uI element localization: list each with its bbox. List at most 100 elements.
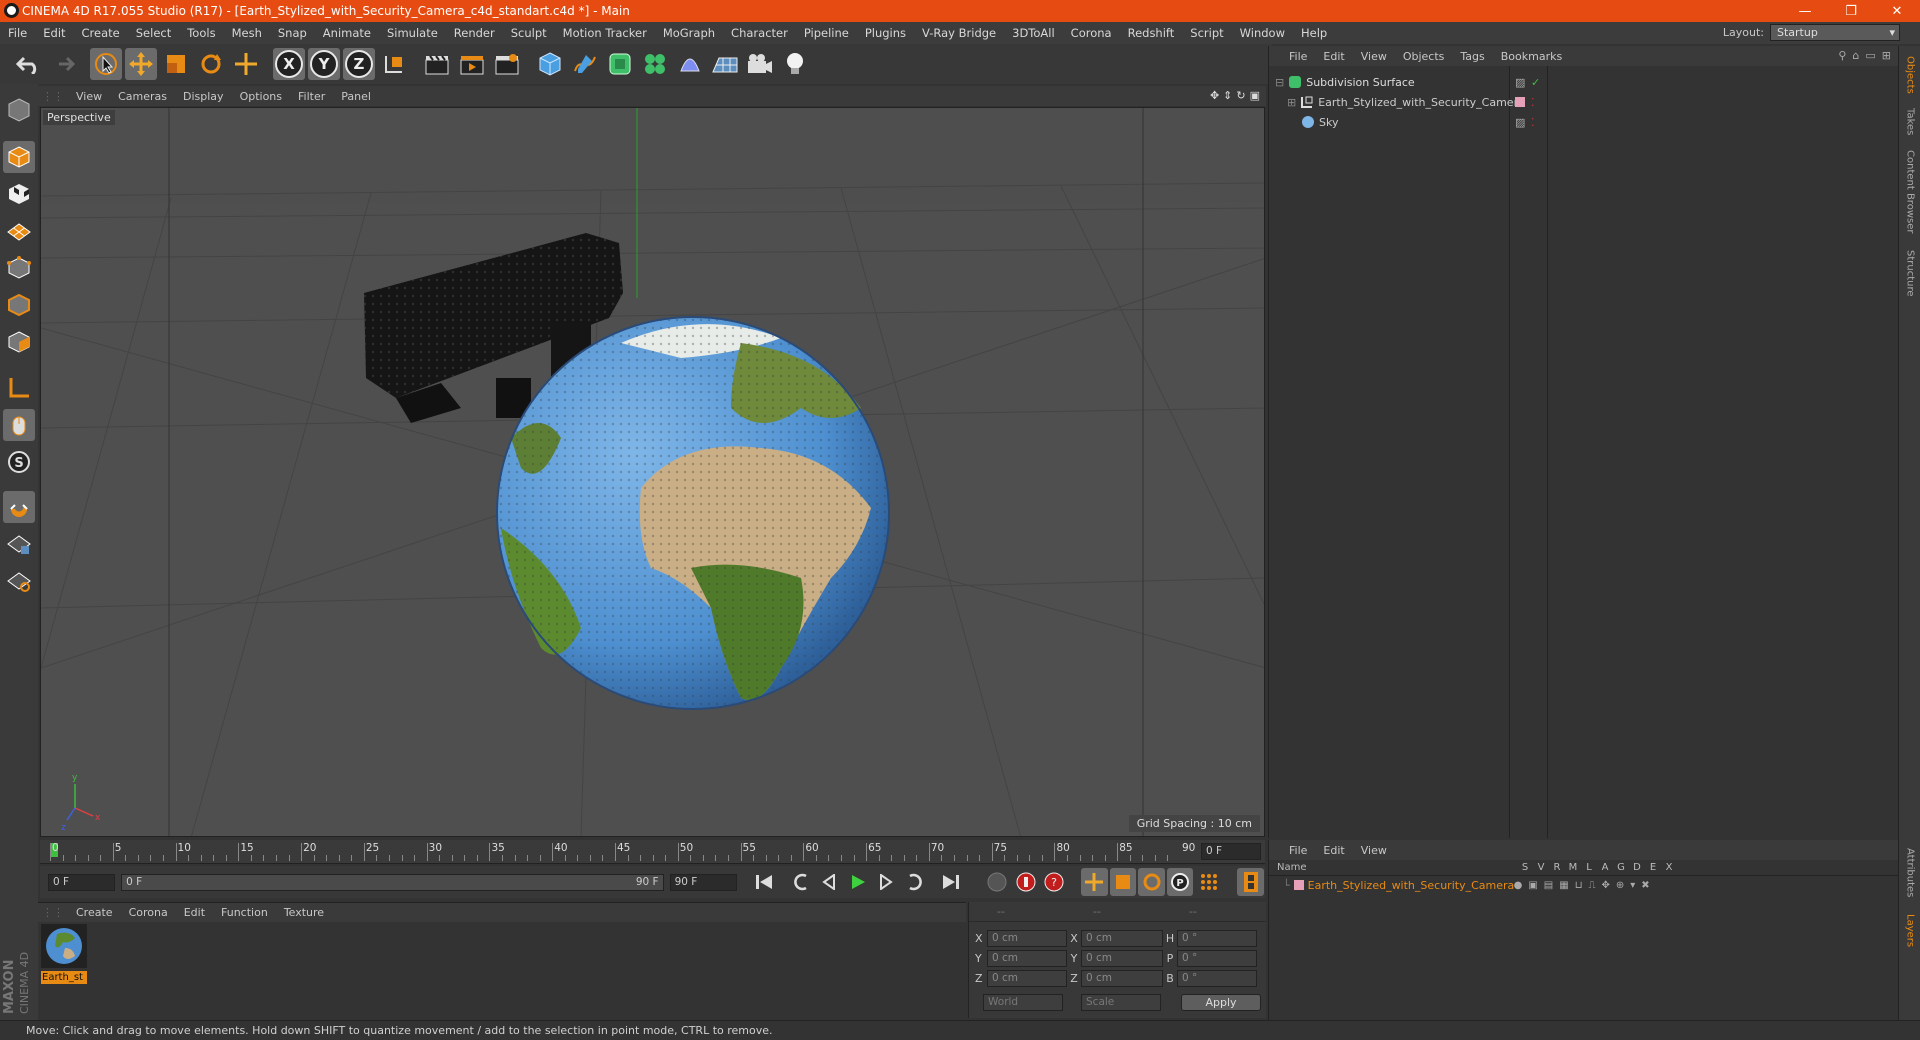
menu-3dtoall[interactable]: 3DToAll (1004, 26, 1063, 40)
workplane-mode-button[interactable] (3, 215, 35, 247)
edges-mode-button[interactable] (3, 289, 35, 321)
tab-structure[interactable]: Structure (1901, 244, 1919, 302)
viewport-menu-display[interactable]: Display (175, 90, 232, 103)
next-frame-button[interactable] (873, 868, 900, 896)
key-parameter-button[interactable]: P (1166, 868, 1194, 896)
tweak-mode-button[interactable] (3, 409, 35, 441)
layer-row[interactable]: └ Earth_Stylized_with_Security_Camera ●▣… (1269, 876, 1898, 894)
key-rotation-button[interactable] (1138, 868, 1165, 896)
add-mograph-button[interactable] (639, 48, 671, 80)
material-menu-corona[interactable]: Corona (121, 906, 176, 919)
viewport-pan-icon[interactable]: ✥ (1210, 89, 1219, 102)
undo-button[interactable] (12, 48, 44, 80)
add-light-button[interactable] (779, 48, 811, 80)
texture-mode-button[interactable] (3, 178, 35, 210)
material-menu-create[interactable]: Create (68, 906, 121, 919)
search-icon[interactable]: ⚲ (1838, 49, 1846, 62)
render-to-picture-viewer-button[interactable] (456, 48, 488, 80)
position-y-field[interactable]: 0 cm (987, 949, 1067, 967)
viewport-menu-panel[interactable]: Panel (333, 90, 379, 103)
axis-mode-button[interactable] (3, 372, 35, 404)
menu-mesh[interactable]: Mesh (224, 26, 270, 40)
visibility-toggle-icon[interactable]: ▨ (1515, 116, 1525, 129)
viewport-rotate-icon[interactable]: ↻ (1236, 89, 1245, 102)
autokeying-button[interactable] (1012, 868, 1039, 896)
scale-tool-button[interactable] (160, 48, 192, 80)
menu-pipeline[interactable]: Pipeline (796, 26, 857, 40)
object-row-sky[interactable]: Sky ▨ ⁚ (1269, 112, 1899, 132)
menu-redshift[interactable]: Redshift (1120, 26, 1183, 40)
objects-menu-objects[interactable]: Objects (1395, 50, 1453, 63)
current-frame-field[interactable]: 0 F (1201, 843, 1261, 860)
menu-tools[interactable]: Tools (179, 26, 223, 40)
coordinate-space-dropdown[interactable]: World (983, 993, 1063, 1011)
apply-button[interactable]: Apply (1181, 993, 1261, 1011)
position-x-field[interactable]: 0 cm (987, 929, 1067, 947)
keyframe-selection-button[interactable]: ? (1041, 868, 1068, 896)
timeline-window-button[interactable] (1237, 868, 1264, 896)
size-z-field[interactable]: 0 cm (1081, 969, 1163, 987)
home-icon[interactable]: ⌂ (1852, 49, 1859, 62)
viewport-toggle-icon[interactable]: ▣ (1250, 89, 1260, 102)
live-selection-button[interactable] (90, 48, 122, 80)
start-frame-field[interactable]: 0 F (48, 873, 116, 891)
timeline-ruler[interactable]: 0 5 10 15 20 25 30 35 40 45 50 55 60 65 70 75 80 85 90 0 F (40, 840, 1265, 864)
objects-menu-edit[interactable]: Edit (1315, 50, 1352, 63)
redo-button[interactable] (47, 48, 79, 80)
visibility-toggle-icon[interactable]: ▨ (1515, 76, 1525, 89)
layer-color-swatch[interactable] (1293, 880, 1304, 890)
menu-simulate[interactable]: Simulate (379, 26, 446, 40)
menu-mograph[interactable]: MoGraph (655, 26, 723, 40)
objects-menu-file[interactable]: File (1281, 50, 1315, 63)
layout-dropdown[interactable]: Startup (1770, 24, 1900, 41)
menu-animate[interactable]: Animate (315, 26, 379, 40)
viewport-menu-filter[interactable]: Filter (290, 90, 333, 103)
objects-menu-tags[interactable]: Tags (1452, 50, 1492, 63)
add-deformer-button[interactable] (674, 48, 706, 80)
viewport-zoom-icon[interactable]: ⇕ (1223, 89, 1232, 102)
polygons-mode-button[interactable] (3, 326, 35, 358)
menu-corona[interactable]: Corona (1063, 26, 1120, 40)
menu-vray-bridge[interactable]: V-Ray Bridge (914, 26, 1004, 40)
points-mode-button[interactable] (3, 252, 35, 284)
rotation-h-field[interactable]: 0 ° (1177, 929, 1257, 947)
viewport-menu-view[interactable]: View (68, 90, 110, 103)
coordinate-mode-dropdown[interactable]: Scale (1081, 993, 1161, 1011)
minimize-button[interactable]: — (1782, 0, 1828, 22)
current-frame-value[interactable]: 0 F (1201, 843, 1261, 860)
perspective-viewport[interactable]: y x z Perspective Grid Spacing : 10 cm (40, 107, 1265, 837)
layer-flag-icons[interactable]: ●▣▤▦⊔⎍✥⊕▾✖ (1514, 880, 1656, 891)
record-active-button[interactable] (984, 868, 1011, 896)
menu-create[interactable]: Create (74, 26, 128, 40)
expand-icon[interactable]: ⊞ (1882, 49, 1891, 62)
rotate-tool-button[interactable] (195, 48, 227, 80)
snap-button[interactable]: S (3, 446, 35, 478)
layers-menu-edit[interactable]: Edit (1315, 844, 1352, 857)
render-settings-button[interactable] (491, 48, 523, 80)
layers-menu-file[interactable]: File (1281, 844, 1315, 857)
render-view-button[interactable] (421, 48, 453, 80)
model-mode-button[interactable] (3, 141, 35, 173)
tab-objects[interactable]: Objects (1901, 52, 1919, 98)
visibility-dots-icon[interactable]: ⁚ (1531, 116, 1535, 129)
menu-help[interactable]: Help (1293, 26, 1335, 40)
rotation-b-field[interactable]: 0 ° (1177, 969, 1257, 987)
workplane-lock-button[interactable] (3, 528, 35, 560)
collapse-icon[interactable]: ⊟ (1275, 76, 1284, 89)
menu-snap[interactable]: Snap (270, 26, 315, 40)
lock-icon[interactable]: ▭ (1865, 49, 1875, 62)
menu-motion-tracker[interactable]: Motion Tracker (555, 26, 655, 40)
viewport-menu-cameras[interactable]: Cameras (110, 90, 175, 103)
menu-character[interactable]: Character (723, 26, 796, 40)
menu-window[interactable]: Window (1232, 26, 1293, 40)
object-row-subdivision-surface[interactable]: ⊟ Subdivision Surface ▨ ✓ (1269, 72, 1899, 92)
make-editable-button[interactable] (3, 94, 35, 126)
add-nurbs-button[interactable] (604, 48, 636, 80)
menu-script[interactable]: Script (1182, 26, 1231, 40)
menu-select[interactable]: Select (128, 26, 179, 40)
frame-range-slider[interactable]: 0 F 90 F (121, 873, 664, 891)
menu-sculpt[interactable]: Sculpt (503, 26, 555, 40)
previous-frame-button[interactable] (816, 868, 843, 896)
tab-attributes[interactable]: Attributes (1901, 842, 1919, 904)
move-tool-button[interactable] (125, 48, 157, 80)
